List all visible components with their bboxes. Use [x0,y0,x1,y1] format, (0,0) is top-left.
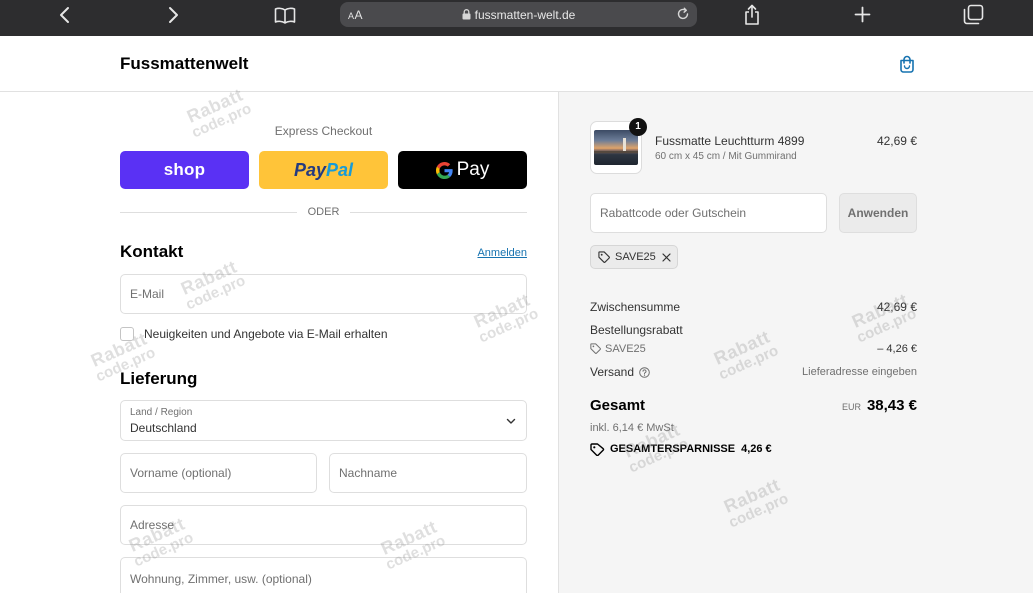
share-icon[interactable] [743,4,761,25]
country-select[interactable]: Land / Region Deutschland [120,400,527,441]
shopping-bag-icon[interactable] [899,55,915,73]
discount-code-label: SAVE25 [605,343,646,355]
book-icon[interactable] [274,6,296,25]
discount-value: – 4,26 € [877,343,917,355]
store-logo[interactable]: Fussmattenwelt [120,55,248,73]
product-name: Fussmatte Leuchtturm 4899 [655,134,805,148]
google-g-icon [435,161,453,179]
chevron-right-icon[interactable] [168,6,180,24]
email-field[interactable] [120,274,527,314]
subtotal-value: 42,69 € [876,300,917,314]
delivery-heading: Lieferung [120,369,198,388]
close-icon[interactable] [662,252,671,262]
lock-icon [462,9,471,20]
address-field[interactable] [120,505,527,545]
google-pay-label: Pay [456,159,490,180]
total-savings-label: GESAMTERSPARNISSE [610,443,736,455]
express-checkout-title: Express Checkout [274,124,373,138]
tabs-icon[interactable] [963,4,984,25]
newsletter-checkbox[interactable] [120,327,134,341]
contact-heading: Kontakt [120,242,184,261]
applied-discount-chip: SAVE25 [590,245,678,269]
order-discount-label: Bestellungsrabatt [590,323,683,337]
apartment-field[interactable] [120,557,527,593]
shop-pay-logo: shop [163,160,206,179]
tag-icon [598,251,610,263]
total-savings-value: 4,26 € [741,443,772,455]
paypal-button[interactable]: Pay Pal [259,151,388,189]
last-name-field[interactable] [329,453,527,493]
tax-note: inkl. 6,14 € MwSt [590,422,674,434]
login-link[interactable]: Anmelden [477,247,527,260]
first-name-field[interactable] [120,453,317,493]
chevron-left-icon[interactable] [58,6,70,24]
shop-pay-button[interactable]: shop [120,151,249,189]
paypal-logo-pal: Pal [326,160,354,180]
chevron-down-icon [506,418,516,424]
url-text: fussmatten-welt.de [474,7,576,22]
google-pay-button[interactable]: Pay [398,151,527,189]
product-image-lighthouse [623,138,626,151]
country-select-label: Land / Region [130,407,193,418]
shipping-label: Versand [590,365,635,379]
total-amount: EUR 38,43 € [842,397,917,415]
discount-code-field[interactable] [590,193,827,233]
subtotal-label: Zwischensumme [590,300,681,314]
paypal-logo-pay: Pay [293,160,326,180]
total-savings-row: GESAMTERSPARNISSE 4,26 € [610,443,772,456]
product-image [594,130,638,165]
country-select-value: Deutschland [130,421,197,435]
total-label: Gesamt [590,397,646,414]
question-circle-icon[interactable] [639,366,650,378]
address-bar[interactable]: AA fussmatten-welt.de [340,2,697,27]
total-value: 38,43 € [866,397,917,414]
shipping-value: Lieferadresse eingeben [802,366,917,378]
quantity-badge: 1 [629,118,647,136]
product-image-pier [594,151,638,153]
apply-discount-button[interactable]: Anwenden [839,193,917,233]
divider-label: ODER [307,206,340,218]
reload-icon[interactable] [676,7,690,21]
applied-discount-code: SAVE25 [615,250,656,263]
url-display[interactable]: fussmatten-welt.de [340,2,697,27]
product-price: 42,69 € [876,134,917,148]
plus-icon[interactable] [854,6,871,23]
savings-tag-icon [590,443,605,456]
total-currency: EUR [841,402,861,412]
shipping-row: Versand [590,365,650,379]
browser-toolbar: AA fussmatten-welt.de [0,0,1033,36]
divider-line [120,212,297,213]
product-variant: 60 cm x 45 cm / Mit Gummirand [655,151,797,162]
divider-line [350,212,527,213]
tag-icon [590,343,601,354]
newsletter-label[interactable]: Neuigkeiten und Angebote via E-Mail erha… [144,327,388,341]
